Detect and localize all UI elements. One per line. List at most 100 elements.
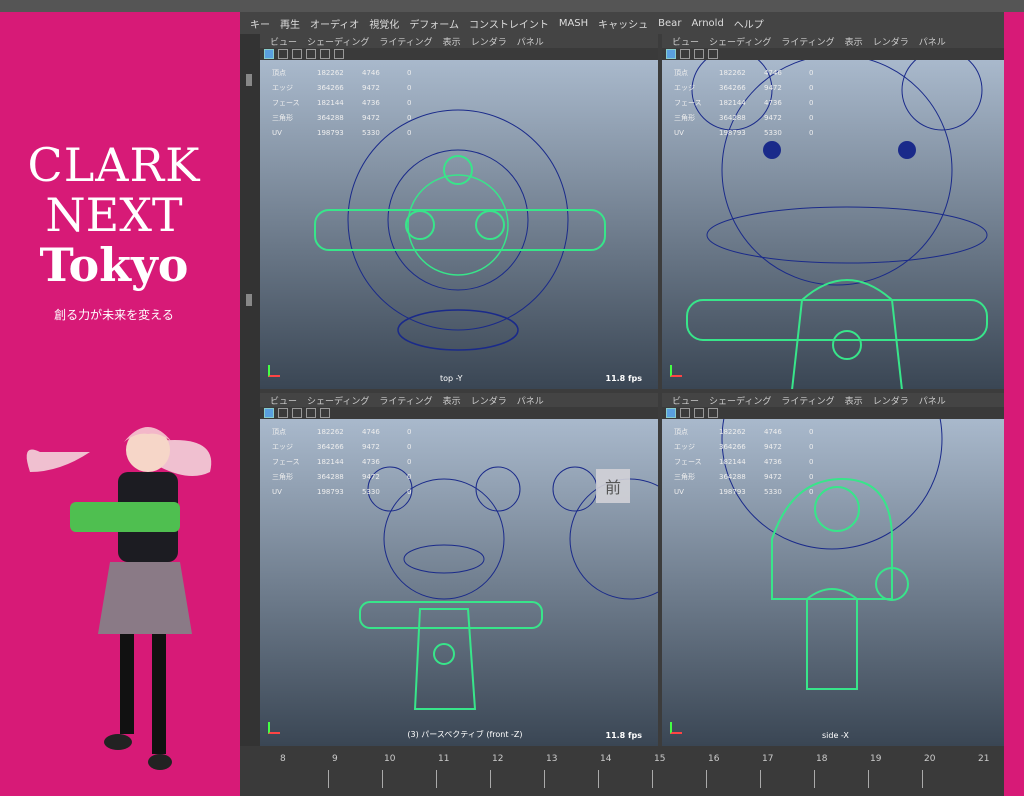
timeline-tick-mark xyxy=(760,770,761,788)
stat-label: UV xyxy=(272,129,282,137)
menu-mash[interactable]: MASH xyxy=(559,18,588,29)
stat-label: エッジ xyxy=(272,84,293,92)
panel-menubar: ビュー シェーディング ライティング 表示 レンダラ パネル xyxy=(662,34,1004,48)
panel-menu-shading[interactable]: シェーディング xyxy=(709,394,771,407)
panel-menu-renderer[interactable]: レンダラ xyxy=(471,35,507,48)
viewport-persp[interactable]: 頂点 182262 4746 0 エッジ 364266 9472 0 フェース 182144 4… xyxy=(662,60,1004,389)
panel-menu-shading[interactable]: シェーディング xyxy=(307,35,369,48)
wireframe-icon[interactable] xyxy=(708,408,718,418)
menu-cache[interactable]: キャッシュ xyxy=(598,16,648,31)
panel-menu-lighting[interactable]: ライティング xyxy=(379,35,432,48)
panel-menu-view[interactable]: ビュー xyxy=(270,35,297,48)
stat-value: 0 xyxy=(407,99,412,107)
grid-icon[interactable] xyxy=(292,408,302,418)
lights-icon[interactable] xyxy=(334,49,344,59)
tool-handle[interactable] xyxy=(246,74,252,86)
panel-menu-panels[interactable]: パネル xyxy=(919,35,946,48)
menu-bear[interactable]: Bear xyxy=(658,18,681,29)
grid-icon[interactable] xyxy=(694,49,704,59)
panel-menu-view[interactable]: ビュー xyxy=(672,35,699,48)
panel-menu-show[interactable]: 表示 xyxy=(443,35,461,48)
stat-value: 364288 xyxy=(719,114,746,122)
wireframe-icon[interactable] xyxy=(306,408,316,418)
viewport-side-panel: ビュー シェーディング ライティング 表示 レンダラ パネル 頂点 182262 4… xyxy=(662,393,1004,746)
menu-key[interactable]: キー xyxy=(250,16,270,31)
panel-menu-renderer[interactable]: レンダラ xyxy=(471,394,507,407)
stat-value: 0 xyxy=(809,69,814,77)
shaded-icon[interactable] xyxy=(320,408,330,418)
frame-tick: 12 xyxy=(492,754,504,764)
panel-menu-show[interactable]: 表示 xyxy=(845,394,863,407)
timeline-tick-mark xyxy=(922,770,923,788)
menu-deform[interactable]: デフォーム xyxy=(409,16,459,31)
panel-menu-renderer[interactable]: レンダラ xyxy=(873,394,909,407)
shaded-icon[interactable] xyxy=(320,49,330,59)
stat-value: 0 xyxy=(809,99,814,107)
stat-value: 364266 xyxy=(719,84,746,92)
timeline-tick-mark xyxy=(598,770,599,788)
poly-stats: 頂点 182262 4746 0 エッジ 364266 9472 0 フェース 182144 4… xyxy=(272,66,452,141)
wireframe-icon[interactable] xyxy=(306,49,316,59)
left-toolbar xyxy=(240,34,260,746)
menu-playback[interactable]: 再生 xyxy=(280,16,300,31)
menu-visualize[interactable]: 視覚化 xyxy=(369,16,399,31)
frame-tick: 11 xyxy=(438,754,450,764)
panel-menu-renderer[interactable]: レンダラ xyxy=(873,35,909,48)
menu-arnold[interactable]: Arnold xyxy=(691,18,723,29)
viewport-front[interactable]: 前 頂点 182262 4746 0 エッジ 364266 9472 0 フェース 18214… xyxy=(260,419,658,746)
stat-value: 9472 xyxy=(362,84,380,92)
panel-menu-lighting[interactable]: ライティング xyxy=(781,35,834,48)
poly-stats: 頂点 182262 4746 0 エッジ 364266 9472 0 フェース 182144 4… xyxy=(674,425,854,500)
stat-value: 182144 xyxy=(317,99,344,107)
panel-menu-panels[interactable]: パネル xyxy=(517,35,544,48)
timeline-tick-mark xyxy=(814,770,815,788)
stat-value: 198793 xyxy=(719,488,746,496)
timeline[interactable]: 8 9 10 11 12 13 14 15 16 17 18 19 20 21 xyxy=(240,746,1004,796)
brand-title-line2: NEXT xyxy=(45,188,183,242)
select-icon[interactable] xyxy=(264,49,274,59)
top-strip xyxy=(0,0,1024,12)
menu-audio[interactable]: オーディオ xyxy=(310,16,359,31)
panel-menu-show[interactable]: 表示 xyxy=(845,35,863,48)
stat-label: 三角形 xyxy=(674,114,695,122)
panel-menu-shading[interactable]: シェーディング xyxy=(307,394,369,407)
panel-menubar: ビュー シェーディング ライティング 表示 レンダラ パネル xyxy=(260,393,658,407)
view-cube-front-button[interactable]: 前 xyxy=(596,469,630,503)
stat-value: 364288 xyxy=(317,473,344,481)
camera-icon[interactable] xyxy=(278,49,288,59)
timeline-tick-mark xyxy=(328,770,329,788)
menu-constrain[interactable]: コンストレイント xyxy=(469,16,549,31)
wireframe-icon[interactable] xyxy=(708,49,718,59)
grid-icon[interactable] xyxy=(292,49,302,59)
panel-menu-lighting[interactable]: ライティング xyxy=(781,394,834,407)
panel-menu-lighting[interactable]: ライティング xyxy=(379,394,432,407)
camera-icon[interactable] xyxy=(680,408,690,418)
panel-menu-view[interactable]: ビュー xyxy=(672,394,699,407)
camera-icon[interactable] xyxy=(680,49,690,59)
stat-label: フェース xyxy=(674,99,702,107)
panel-iconbar xyxy=(662,407,1004,419)
select-icon[interactable] xyxy=(666,408,676,418)
select-icon[interactable] xyxy=(264,408,274,418)
panel-menu-view[interactable]: ビュー xyxy=(270,394,297,407)
viewport-side[interactable]: 頂点 182262 4746 0 エッジ 364266 9472 0 フェース 182144 4… xyxy=(662,419,1004,746)
grid-icon[interactable] xyxy=(694,408,704,418)
stat-value: 5330 xyxy=(764,488,782,496)
viewport-top[interactable]: 頂点 182262 4746 0 エッジ 364266 9472 0 フェース 182144 4… xyxy=(260,60,658,389)
stat-value: 4736 xyxy=(362,458,380,466)
stat-value: 182144 xyxy=(719,458,746,466)
select-icon[interactable] xyxy=(666,49,676,59)
panel-menu-panels[interactable]: パネル xyxy=(517,394,544,407)
poly-stats: 頂点 182262 4746 0 エッジ 364266 9472 0 フェース 182144 4… xyxy=(272,425,452,500)
tool-handle[interactable] xyxy=(246,294,252,306)
stat-value: 198793 xyxy=(317,488,344,496)
stat-value: 0 xyxy=(407,488,412,496)
panel-menu-show[interactable]: 表示 xyxy=(443,394,461,407)
panel-iconbar xyxy=(260,48,658,60)
stat-label: 頂点 xyxy=(674,428,688,436)
stat-value: 364266 xyxy=(317,443,344,451)
panel-menu-panels[interactable]: パネル xyxy=(919,394,946,407)
panel-menu-shading[interactable]: シェーディング xyxy=(709,35,771,48)
menu-help[interactable]: ヘルプ xyxy=(734,16,764,31)
camera-icon[interactable] xyxy=(278,408,288,418)
